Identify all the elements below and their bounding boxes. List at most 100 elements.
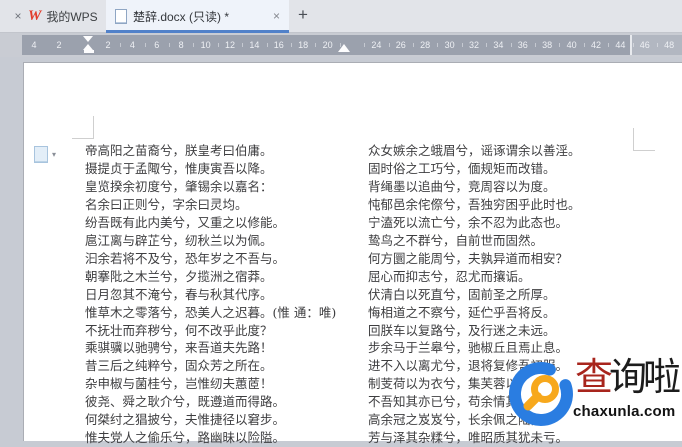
tab-my-wps[interactable]: W 我的WPS ×: [28, 0, 114, 32]
watermark-brand-rest: 询啦: [609, 355, 681, 399]
text-line: 名余曰正则兮，字余曰灵均。: [85, 196, 248, 212]
ruler-number: 18: [298, 40, 309, 50]
watermark-brand-text: 查询啦: [575, 354, 681, 400]
ruler-number: 26: [395, 40, 406, 50]
ruler-tick: [315, 43, 317, 47]
ruler-number: 40: [566, 40, 577, 50]
text-line: 彼尧、舜之耿介兮，既遵道而得路。: [85, 394, 286, 410]
ruler-number: 34: [493, 40, 504, 50]
ruler-tick: [461, 43, 463, 47]
text-column-left: 帝高阳之苗裔兮，朕皇考曰伯庸。 摄提贞于孟陬兮，惟庚寅吾以降。 皇览揆余初度兮，肇锡…: [85, 142, 336, 447]
ruler-band: 4 2 2 4 6 8 10 12 14 16 18 20 24 26 28 30 32 34 36 38 40 42 44…: [22, 35, 682, 55]
ruler-tick: [559, 43, 561, 47]
ruler-tick: [657, 43, 658, 47]
text-line: 日月忽其不淹兮，春与秋其代序。: [85, 286, 273, 302]
text-line: 汩余若将不及兮，恐年岁之不吾与。: [85, 250, 286, 266]
text-line: 惟草木之零落兮，恐美人之迟暮。(惟 通：唯): [85, 304, 337, 320]
text-line: 悔相道之不察兮，延伫乎吾将反。: [368, 304, 556, 320]
ruler-tick: [242, 43, 244, 47]
ruler-tick: [120, 43, 122, 47]
ruler-number: 2: [56, 40, 62, 50]
text-line: 摄提贞于孟陬兮，惟庚寅吾以降。: [85, 160, 273, 176]
ruler-number: 6: [154, 40, 160, 50]
document-icon: [115, 8, 127, 24]
ruler-number: 38: [542, 40, 553, 50]
margin-crop-mark-right: [633, 128, 655, 151]
close-icon[interactable]: ×: [273, 9, 280, 23]
text-line: 固时俗之工巧兮，偭规矩而改错。: [368, 160, 556, 176]
watermark: 查询啦 chaxunla.com: [505, 354, 682, 432]
ruler-number: 42: [590, 40, 602, 50]
text-line: 屈心而抑志兮，忍尤而攘诟。: [368, 268, 531, 284]
ruler-tick: [217, 43, 219, 47]
ruler-number: 32: [468, 40, 480, 50]
paste-options-button[interactable]: ▾: [34, 146, 56, 163]
ruler-tick: [388, 43, 390, 47]
watermark-domain-text: chaxunla.com: [573, 403, 676, 420]
ruler-number: 20: [322, 40, 333, 50]
text-line: 昔三后之纯粹兮，固众芳之所在。: [85, 358, 273, 374]
ruler-number: 12: [224, 40, 236, 50]
tab-bar: × W 我的WPS × 楚辞.docx (只读) * × +: [0, 0, 682, 33]
ruler-tick: [608, 43, 610, 47]
text-line: 不抚壮而弃秽兮，何不改乎此度？: [85, 322, 273, 338]
margin-crop-mark-left: [72, 116, 94, 139]
ruler-number: 44: [615, 40, 626, 50]
text-line: 回朕车以复路兮，及行迷之未远。: [368, 322, 556, 338]
text-line: 背绳墨以追曲兮，竞周容以为度。: [368, 178, 556, 194]
close-icon[interactable]: ×: [10, 8, 26, 24]
text-line: 步余马于兰皋兮，驰椒丘且焉止息。: [368, 340, 569, 356]
ruler-tick: [413, 43, 414, 47]
tab-document-chuci[interactable]: 楚辞.docx (只读) * ×: [106, 0, 289, 33]
tab-label: 楚辞.docx (只读) *: [133, 9, 230, 24]
ruler-tick: [169, 43, 170, 47]
chevron-down-icon: ▾: [52, 150, 57, 159]
text-line: 乘骐骥以驰骋兮，来吾道夫先路！: [85, 340, 273, 356]
text-line: 鸷鸟之不群兮，自前世而固然。: [368, 232, 544, 248]
ruler-tick: [510, 43, 512, 47]
ruler-tick: [583, 43, 585, 47]
ruler-tick: [535, 43, 536, 47]
ruler-row: 4 2 2 4 6 8 10 12 14 16 18 20 24 26 28 30 32 34 36 38 40 42 44…: [0, 33, 682, 57]
ruler-number: 46: [639, 40, 650, 50]
ruler-tick: [144, 43, 146, 47]
ruler-tick: [339, 43, 341, 47]
text-line: 扈江离与辟芷兮，纫秋兰以为佩。: [85, 232, 273, 248]
ruler-number: 30: [444, 40, 455, 50]
new-tab-button[interactable]: +: [293, 5, 313, 25]
ruler-tick: [291, 43, 292, 47]
watermark-brand-first-char: 查: [575, 355, 613, 399]
wps-logo-icon: W: [28, 7, 42, 24]
ruler-number: 10: [200, 40, 211, 50]
ruler-number: 16: [273, 40, 284, 50]
ruler-number: 8: [178, 40, 184, 50]
text-line: 宁溘死以流亡兮，余不忍为此态也。: [368, 214, 569, 230]
first-line-indent-marker[interactable]: [83, 36, 93, 42]
text-line: 朝搴阰之木兰兮，夕揽洲之宿莽。: [85, 268, 273, 284]
ruler-tick: [437, 43, 439, 47]
text-line: 惟夫党人之偷乐兮，路幽昧以险隘。: [85, 430, 286, 446]
ruler-tick: [632, 43, 634, 47]
ruler-number: 24: [371, 40, 382, 50]
ruler-tick: [193, 43, 195, 47]
ruler-number: 2: [105, 40, 111, 50]
ruler-tick: [486, 43, 488, 47]
text-line: 杂申椒与菌桂兮，岂惟纫夫蕙茝！: [85, 376, 273, 392]
text-line: 皇览揆余初度兮，肇锡余以嘉名：: [85, 178, 273, 194]
text-line: 伏清白以死直兮，固前圣之所厚。: [368, 286, 556, 302]
tab-label: 我的WPS: [46, 9, 98, 24]
ruler-tick: [266, 43, 268, 47]
text-line: 何方圜之能周兮，夫孰异道而相安？: [368, 250, 569, 266]
ruler-number: 4: [129, 40, 135, 50]
text-line: 众女嫉余之蛾眉兮，谣诼谓余以善淫。: [368, 143, 581, 158]
left-indent-marker[interactable]: [84, 50, 94, 53]
text-line: 帝高阳之苗裔兮，朕皇考曰伯庸。: [85, 143, 273, 158]
paste-options-icon: [34, 146, 48, 163]
text-line: 纷吾既有此内美兮，又重之以修能。: [85, 214, 286, 230]
ruler-number: 4: [31, 40, 37, 50]
ruler-number: 14: [249, 40, 260, 50]
ruler-tick: [364, 43, 366, 47]
ruler-number: 48: [664, 40, 675, 50]
text-line: 忳郁邑余侘傺兮，吾独穷困乎此时也。: [368, 196, 581, 212]
ruler-number: 36: [517, 40, 528, 50]
